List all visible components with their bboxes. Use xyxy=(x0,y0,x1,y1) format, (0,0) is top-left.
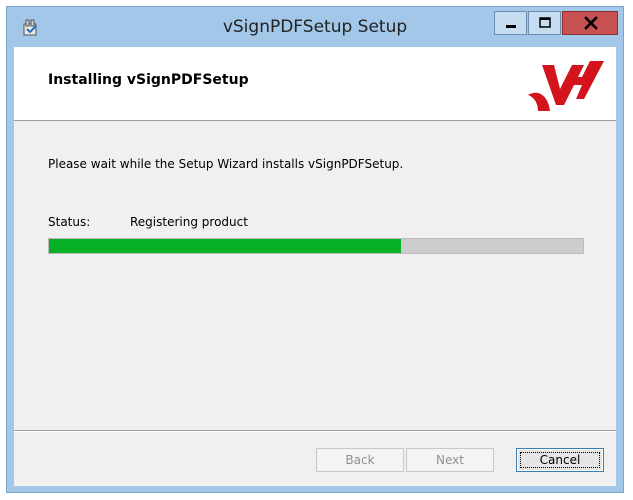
banner-title: Installing vSignPDFSetup xyxy=(48,72,249,88)
next-button-label: Next xyxy=(436,453,464,467)
status-label: Status: xyxy=(48,215,91,229)
back-button[interactable]: Back xyxy=(316,448,404,472)
wizard-panel: Installing vSignPDFSetup Please wait whi… xyxy=(14,47,616,486)
next-button[interactable]: Next xyxy=(406,448,494,472)
status-value: Registering product xyxy=(130,215,248,229)
minimize-button[interactable] xyxy=(494,11,527,35)
back-button-label: Back xyxy=(345,453,375,467)
close-icon xyxy=(584,16,598,30)
install-progress-bar xyxy=(48,238,584,254)
button-separator xyxy=(14,430,616,432)
close-button[interactable] xyxy=(562,11,618,35)
maximize-icon xyxy=(539,17,551,28)
setup-window: vSignPDFSetup Setup Installing vSignPDFS… xyxy=(6,6,624,493)
title-bar[interactable]: vSignPDFSetup Setup xyxy=(7,7,623,47)
cancel-button-label: Cancel xyxy=(539,453,581,467)
cancel-button[interactable]: Cancel xyxy=(516,448,604,472)
vsign-logo-icon xyxy=(528,61,604,111)
maximize-button[interactable] xyxy=(528,11,561,35)
progress-fill xyxy=(49,239,402,253)
minimize-icon xyxy=(506,25,516,28)
install-description: Please wait while the Setup Wizard insta… xyxy=(48,157,404,171)
wizard-banner: Installing vSignPDFSetup xyxy=(14,47,616,121)
